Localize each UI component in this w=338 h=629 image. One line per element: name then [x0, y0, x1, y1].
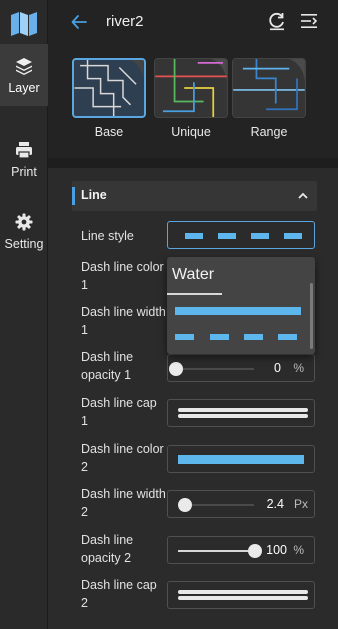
dash-cap-2-select[interactable]	[167, 581, 315, 609]
rail-item-print[interactable]: Print	[0, 128, 48, 190]
map-logo-icon	[11, 12, 37, 36]
slider-knob[interactable]	[178, 498, 192, 512]
slider-track	[178, 368, 254, 370]
arrow-left-icon[interactable]	[70, 13, 88, 31]
section-accent-bar	[72, 187, 75, 205]
dash-opacity-2-label: Dash line opacity 2	[81, 533, 134, 565]
dash-width-2-label: Dash line width 2	[81, 487, 166, 519]
slider-fill	[178, 550, 256, 552]
style-label-range: Range	[250, 125, 288, 139]
dropdown-option-solid-line[interactable]	[175, 307, 301, 315]
style-card-range[interactable]: Range	[232, 58, 306, 142]
layer-title: river2	[106, 13, 144, 30]
gear-icon	[15, 213, 33, 230]
section-header-line[interactable]: Line	[72, 181, 317, 211]
section-divider	[48, 158, 338, 168]
dash-opacity-1-unit: %	[293, 361, 304, 375]
dash-width-2-value[interactable]: 2.4	[267, 497, 284, 511]
header: river2	[48, 0, 338, 44]
dash-color-2-picker[interactable]	[167, 445, 315, 473]
dash-color-2-label: Dash line color 2	[81, 442, 164, 474]
style-label-base: Base	[94, 125, 124, 139]
dropdown-tab-water[interactable]: Water	[172, 266, 214, 284]
rail-item-setting[interactable]: Setting	[0, 200, 48, 262]
slider-knob[interactable]	[248, 544, 262, 558]
map-thumbnail-icon	[233, 59, 305, 117]
left-rail: Layer Print Setting	[0, 0, 48, 629]
rail-label-setting: Setting	[4, 236, 44, 251]
line-style-dropdown: Water	[167, 257, 315, 354]
printer-icon	[16, 141, 32, 159]
style-thumb-range	[232, 58, 306, 118]
style-thumb-base	[72, 58, 146, 118]
chevron-up-icon[interactable]	[297, 190, 309, 202]
layers-icon	[16, 57, 32, 75]
dash-color-1-label: Dash line color 1	[81, 260, 164, 292]
dash-opacity-1-label: Dash line opacity 1	[81, 350, 134, 382]
map-thumbnail-icon	[74, 60, 144, 116]
dash-opacity-2-unit: %	[293, 543, 304, 557]
dash-cap-1-select[interactable]	[167, 399, 315, 427]
dropdown-scrollbar[interactable]	[310, 283, 313, 349]
dash-line-preview	[178, 233, 304, 239]
dash-cap-1-label: Dash line cap 1	[81, 396, 157, 428]
properties-panel: Line Line style Dash line color 1 Dash l…	[48, 168, 338, 629]
dash-width-1-label: Dash line width 1	[81, 305, 166, 337]
dash-opacity-1-value[interactable]: 0	[274, 361, 281, 375]
dash-opacity-1-slider[interactable]: 0 %	[167, 354, 315, 382]
rail-label-layer: Layer	[8, 80, 40, 95]
line-style-select[interactable]	[167, 221, 315, 249]
collapse-panel-icon[interactable]	[299, 11, 319, 31]
style-card-unique[interactable]: Unique	[154, 58, 228, 142]
dash-width-2-unit: Px	[293, 497, 308, 511]
dash-cap-2-label: Dash line cap 2	[81, 578, 157, 610]
dash-opacity-2-value[interactable]: 100	[266, 543, 287, 557]
style-thumb-unique	[154, 58, 228, 118]
rail-label-print: Print	[11, 164, 37, 179]
dash-opacity-2-slider[interactable]: 100 %	[167, 536, 315, 564]
dash-width-2-slider[interactable]: 2.4 Px	[167, 490, 315, 518]
line-cap-preview	[178, 408, 308, 418]
style-label-unique: Unique	[171, 125, 211, 139]
tab-underline	[167, 293, 222, 295]
style-card-base[interactable]: Base	[72, 58, 146, 142]
map-thumbnail-icon	[155, 59, 227, 117]
reset-icon[interactable]	[267, 11, 287, 31]
slider-knob[interactable]	[169, 362, 183, 376]
style-selector: Base Unique Range	[48, 48, 338, 156]
section-title: Line	[81, 188, 107, 202]
line-cap-preview	[178, 590, 308, 600]
color-swatch	[178, 455, 304, 464]
dropdown-option-dashed-line[interactable]	[175, 334, 301, 340]
rail-item-layer[interactable]: Layer	[0, 44, 48, 106]
line-style-label: Line style	[81, 229, 134, 243]
